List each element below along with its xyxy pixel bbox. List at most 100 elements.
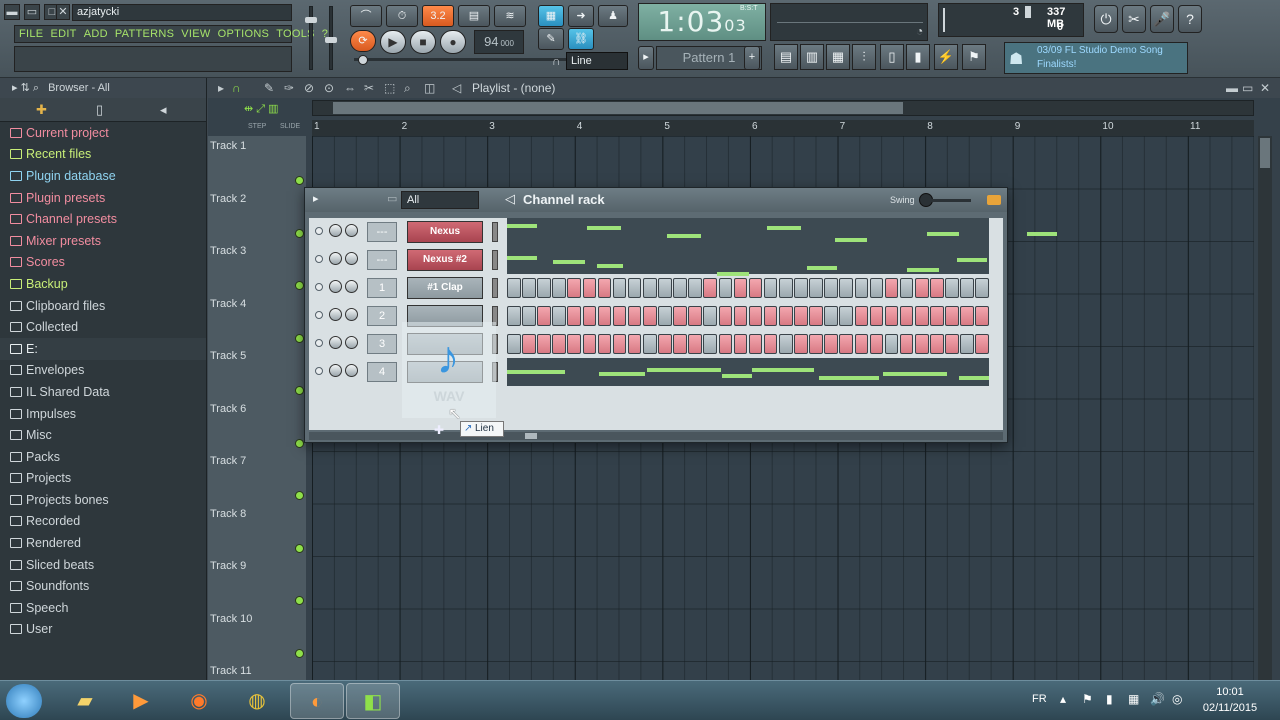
browser-arrows-icon[interactable]: ▸ ⇅ ⌕ [12, 82, 39, 94]
browser-snap-icon[interactable]: ✚ [36, 102, 47, 118]
master-volume-slider[interactable] [305, 6, 317, 70]
step-button[interactable] [507, 278, 521, 298]
step-button[interactable] [930, 334, 944, 354]
step-label[interactable]: STEP [248, 123, 266, 130]
step-button[interactable] [914, 334, 929, 354]
start-button[interactable] [6, 684, 42, 718]
browser-item[interactable]: E: [0, 337, 206, 360]
step-button[interactable] [582, 334, 597, 354]
channel-volume-knob[interactable] [345, 308, 358, 321]
track-mute-led[interactable] [295, 491, 304, 500]
playlist-close-button[interactable]: ✕ [1260, 81, 1270, 95]
explorer-taskbar-icon[interactable]: ▰ [58, 683, 112, 719]
step-button[interactable] [642, 278, 657, 298]
step-button[interactable] [854, 306, 869, 326]
plugin-picker-icon[interactable]: ⚡ [934, 44, 958, 70]
browser-title[interactable]: Browser - All [48, 82, 110, 94]
playlist-window-icon[interactable]: ▤ [774, 44, 798, 70]
channel-volume-knob[interactable] [345, 336, 358, 349]
chrome-taskbar-icon[interactable]: ◍ [230, 683, 284, 719]
timeline-ruler[interactable]: 1 2 3 4 5 6 7 8 9 10 11 [312, 120, 1254, 136]
track-mute-led[interactable] [295, 176, 304, 185]
browser-item[interactable]: Channel presets [0, 208, 206, 230]
tempo-display[interactable]: 94 000 [474, 30, 524, 54]
tray-expand-icon[interactable]: ▴ [1060, 692, 1066, 706]
step-button[interactable] [597, 306, 612, 326]
browser-item[interactable]: Soundfonts [0, 575, 206, 597]
step-button[interactable] [794, 278, 808, 298]
menu-view[interactable]: VIEW [181, 28, 210, 40]
channel-select-indicator[interactable] [492, 278, 498, 298]
step-button[interactable] [658, 334, 672, 354]
stop-button[interactable]: ■ [410, 30, 436, 54]
step-button[interactable] [567, 334, 582, 354]
channel-enable-led[interactable] [315, 311, 323, 319]
select-tool-icon[interactable]: ⬚ [384, 81, 395, 95]
track-name[interactable]: Track 11 [210, 665, 252, 677]
browser-collapse-icon[interactable]: ◂ [160, 102, 167, 118]
step-button[interactable] [612, 278, 627, 298]
step-button[interactable] [914, 306, 929, 326]
track-name[interactable]: Track 3 [210, 245, 246, 257]
bar-number[interactable]: 6 [752, 121, 758, 132]
record-audio-button[interactable]: 🎤 [1150, 5, 1174, 33]
step-button[interactable] [854, 278, 869, 298]
step-button[interactable] [854, 334, 869, 354]
track-name[interactable]: Track 7 [210, 455, 246, 467]
browser-item[interactable]: Rendered [0, 532, 206, 554]
track-name[interactable]: Track 9 [210, 560, 246, 572]
channel-volume-knob[interactable] [345, 252, 358, 265]
step-button[interactable] [748, 306, 763, 326]
step-button[interactable] [627, 334, 642, 354]
step-button[interactable] [537, 278, 551, 298]
swing-slider[interactable] [931, 199, 971, 202]
link-button[interactable]: ⛓ [568, 28, 594, 50]
channel-pan-knob[interactable] [329, 280, 342, 293]
channel-row[interactable]: --- Nexus [309, 218, 1057, 246]
step-button[interactable] [975, 334, 989, 354]
add-pattern-button[interactable]: + [744, 46, 760, 70]
track-mute-led[interactable] [295, 281, 304, 290]
step-button[interactable] [824, 334, 838, 354]
track-name[interactable]: Track 5 [210, 350, 246, 362]
step-button[interactable] [869, 306, 884, 326]
track-mute-led[interactable] [295, 438, 304, 448]
tools-button[interactable]: ✂ [1122, 5, 1146, 33]
track-mute-led[interactable] [295, 386, 304, 395]
channel-pan-knob[interactable] [329, 252, 342, 265]
step-button[interactable] [718, 278, 733, 298]
delete-tool-icon[interactable]: ⊘ [304, 81, 314, 95]
step-button[interactable] [899, 278, 914, 298]
step-button[interactable] [537, 306, 551, 326]
step-button[interactable] [522, 334, 536, 354]
step-button[interactable] [960, 278, 974, 298]
fl-studio-taskbar-icon[interactable]: ◐ [290, 683, 344, 719]
playlist-menu-icon[interactable]: ▸ [218, 81, 224, 95]
step-button[interactable] [703, 278, 718, 298]
step-button[interactable] [869, 334, 884, 354]
track-name[interactable]: Track 1 [210, 140, 246, 152]
step-button[interactable] [642, 306, 657, 326]
camtasia-tray-icon[interactable]: ◎ [1172, 692, 1182, 706]
step-button[interactable] [733, 306, 748, 326]
bar-number[interactable]: 8 [927, 121, 933, 132]
step-button[interactable] [884, 334, 899, 354]
browser-item[interactable]: User [0, 619, 206, 641]
playlist-minimize-button[interactable]: ▬ [1226, 81, 1238, 95]
step-button[interactable] [945, 306, 959, 326]
pattern-mode-button[interactable]: ▦ [538, 5, 564, 27]
language-indicator[interactable]: FR [1032, 693, 1047, 705]
play-button[interactable]: ▶ [380, 30, 406, 54]
step-button[interactable] [658, 306, 672, 326]
loop-mode-button[interactable]: ⟳ [350, 30, 376, 52]
playlist-snap-icon[interactable]: ∩ [232, 81, 241, 95]
channel-enable-led[interactable] [315, 255, 323, 263]
bar-number[interactable]: 4 [577, 121, 583, 132]
playlist-vertical-scrollbar[interactable] [1258, 136, 1272, 680]
step-button[interactable] [899, 306, 914, 326]
step-button[interactable] [673, 334, 687, 354]
typing-keyboard-button[interactable]: ♟ [598, 5, 628, 27]
channel-rack-options-icon[interactable] [987, 195, 1001, 205]
channel-piano-roll-preview[interactable] [507, 218, 1057, 246]
song-position-handle[interactable] [358, 55, 368, 65]
